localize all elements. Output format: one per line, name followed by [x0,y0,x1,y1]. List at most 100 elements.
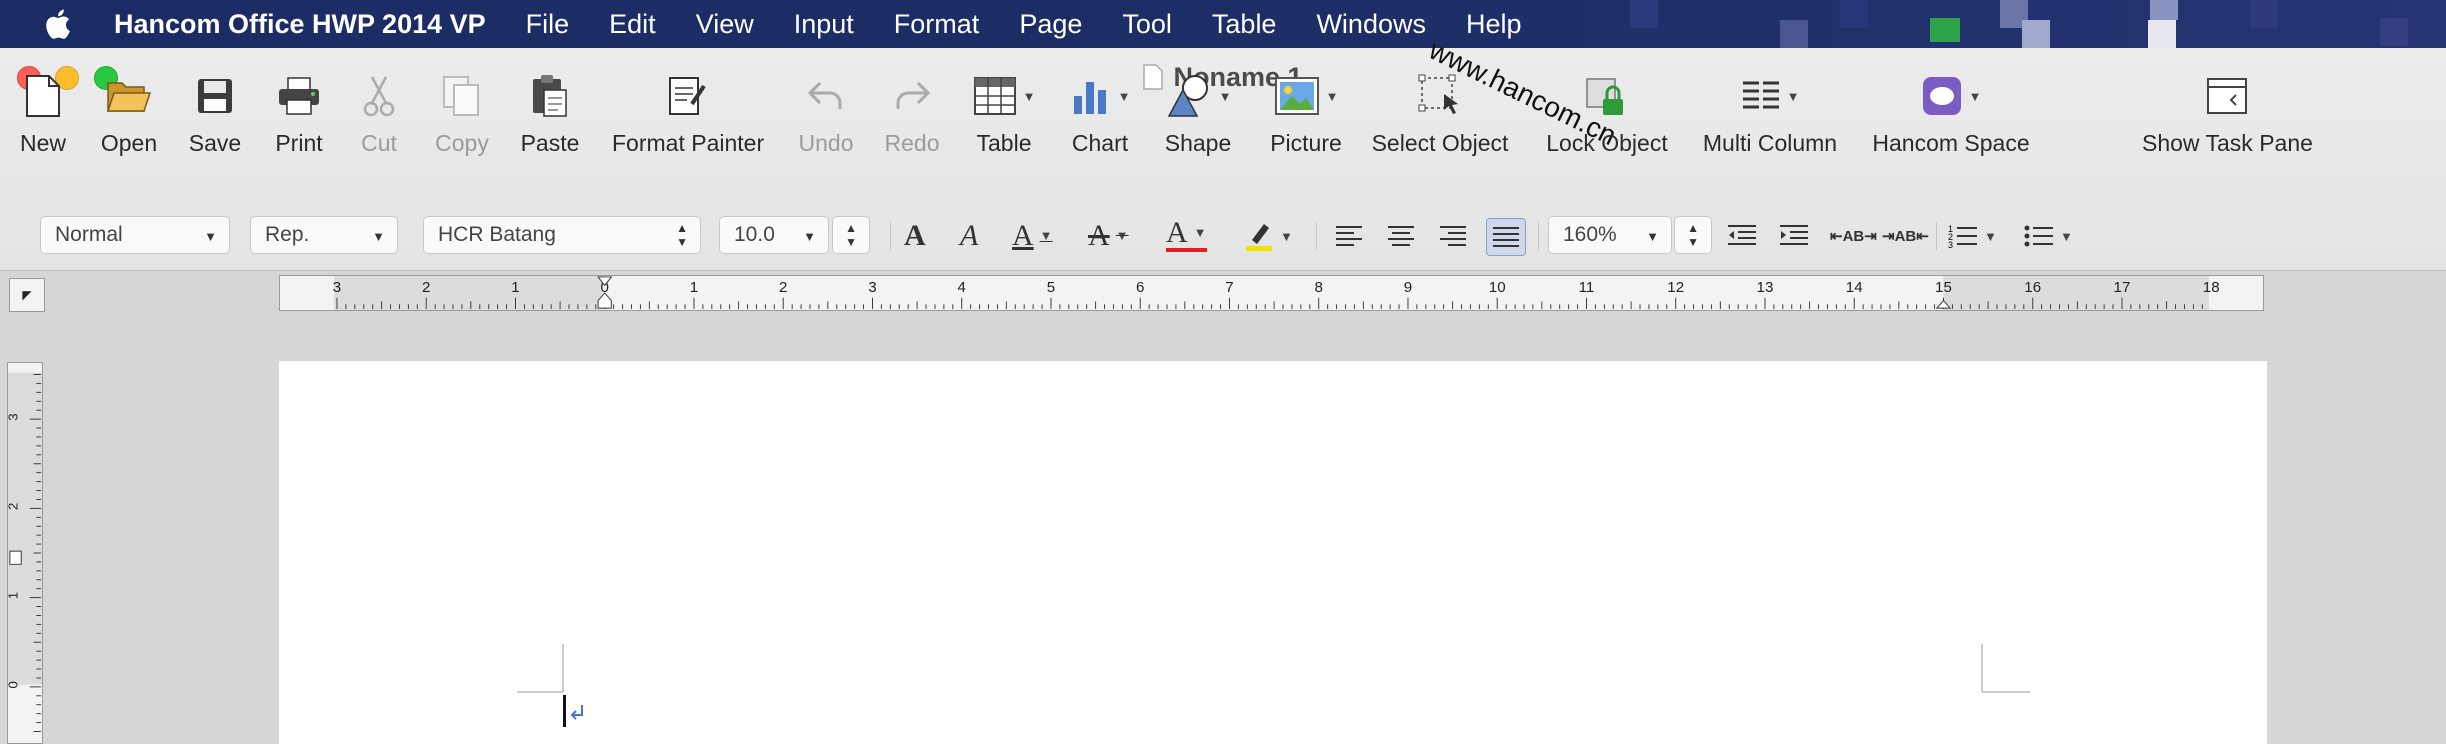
save-label: Save [188,130,242,156]
chevron-down-icon[interactable]: ▼ [1040,228,1053,244]
zoom-dropdown[interactable]: 160% ▼ [1548,216,1672,254]
menu-view[interactable]: View [696,9,754,40]
multi-column-icon [1742,81,1779,109]
lock-object-button[interactable]: Lock Object [1544,68,1670,158]
chevron-down-icon[interactable]: ▼ [1969,89,1982,104]
new-button[interactable]: New [16,68,70,158]
cut-button[interactable]: Cut [356,68,402,158]
menu-tool[interactable]: Tool [1122,9,1172,40]
open-button[interactable]: Open [98,68,160,158]
divider [1538,222,1539,250]
expand-letter-spacing-icon[interactable]: ⇤AB⇥ [1830,218,1877,254]
save-button[interactable]: Save [188,68,242,158]
ruler-label: 9 [1404,279,1412,296]
menu-format[interactable]: Format [894,9,980,40]
italic-icon[interactable]: A [960,218,978,254]
ruler-corner-button[interactable]: ◤ [9,278,45,312]
copy-button[interactable]: Copy [434,68,490,158]
condense-letter-spacing-icon[interactable]: ⇥AB⇤ [1882,218,1929,254]
table-button[interactable]: ▼ Table [970,68,1038,158]
chevron-down-icon[interactable]: ▼ [1118,89,1131,104]
multi-column-button[interactable]: ▼ Multi Column [1700,68,1840,158]
chevron-down-icon[interactable]: ▼ [1219,89,1232,104]
select-object-button[interactable]: Select Object [1370,68,1510,158]
menu-table[interactable]: Table [1212,9,1277,40]
bullet-list-button[interactable]: ▼ [2024,218,2073,254]
bar-chart-icon [1073,82,1106,114]
font-size-stepper[interactable]: ▲ ▼ [832,216,870,254]
align-left-button[interactable] [1334,218,1364,254]
chevron-down-icon[interactable]: ▼ [1787,89,1800,104]
menu-app-name[interactable]: Hancom Office HWP 2014 VP [114,9,486,40]
format-painter-icon [669,77,706,115]
strikethrough-icon[interactable]: A ▼ [1088,218,1129,254]
decrease-indent-button[interactable] [1726,218,1758,254]
shape-button[interactable]: ▼ Shape [1164,68,1232,158]
chevron-down-icon[interactable]: ▼ [1194,225,1207,241]
menu-file[interactable]: File [526,9,570,40]
numbered-list-button[interactable]: 1 2 3 ▼ [1948,218,1997,254]
format-painter-button[interactable]: Format Painter [612,68,764,158]
apple-icon[interactable] [40,5,78,43]
chart-button[interactable]: ▼ Chart [1068,68,1132,158]
document-page[interactable] [279,361,2267,744]
font-size-dropdown[interactable]: 10.0 ▼ [719,216,829,254]
increase-indent-button[interactable] [1778,218,1810,254]
font-dropdown[interactable]: HCR Batang ▲ ▼ [423,216,701,254]
chevron-down-icon[interactable]: ▼ [1116,228,1129,244]
align-right-button[interactable] [1438,218,1468,254]
text-cursor [563,695,566,727]
picture-button[interactable]: ▼ Picture [1268,68,1344,158]
chevron-down-icon[interactable]: ▼ [2060,229,2073,244]
menu-page[interactable]: Page [1019,9,1082,40]
document-icon [1143,64,1164,90]
representative-language-dropdown[interactable]: Rep. ▼ [250,216,398,254]
paragraph-mark-icon [570,705,583,720]
menu-edit[interactable]: Edit [609,9,656,40]
menu-windows[interactable]: Windows [1316,9,1426,40]
hancom-space-button[interactable]: ▼ Hancom Space [1872,68,2030,158]
horizontal-ruler[interactable]: 3 2 1 0 1 2 3 4 5 6 7 8 9 10 11 12 13 14 15 16 17 18 [279,275,2264,311]
text-color-icon[interactable]: A ▼ [1166,216,1207,252]
vertical-ruler[interactable]: 3 2 1 0 [7,362,43,744]
align-justify-icon [1493,227,1519,247]
format-painter-label: Format Painter [612,130,765,156]
ruler-label: 4 [958,279,966,296]
bold-icon[interactable]: A [904,218,926,254]
chevron-down-icon: ▼ [803,229,816,244]
zoom-stepper[interactable]: ▲ ▼ [1674,216,1712,254]
ruler-label: 5 [1047,279,1055,296]
highlight-color-icon[interactable]: ▼ [1244,218,1293,254]
print-button[interactable]: Print [272,68,326,158]
ruler-label: 3 [7,413,20,420]
paste-button[interactable]: Paste [520,68,580,158]
chevron-down-icon[interactable]: ▼ [1984,229,1997,244]
show-task-pane-label: Show Task Pane [2142,130,2313,156]
hancom-space-icon [1922,77,1961,115]
table-label: Table [976,130,1032,156]
redo-button[interactable]: Redo [884,68,940,158]
chevron-down-icon[interactable]: ▼ [1326,89,1339,104]
menu-help[interactable]: Help [1466,9,1522,40]
underline-icon[interactable]: A ▼ [1012,218,1053,254]
menu-input[interactable]: Input [794,9,854,40]
print-label: Print [275,130,323,156]
chevron-down-icon: ▼ [204,229,217,244]
show-task-pane-button[interactable]: Show Task Pane [2142,68,2313,158]
undo-button[interactable]: Undo [798,68,854,158]
chevron-down-icon[interactable]: ▼ [1280,229,1293,244]
ruler-label: 0 [7,681,20,688]
bullet-list-icon [2024,225,2053,247]
redo-icon [896,81,931,109]
shape-label: Shape [1164,130,1232,156]
align-center-button[interactable] [1386,218,1416,254]
up-down-icon: ▲ ▼ [1687,221,1699,249]
lock-object-icon [1586,78,1623,115]
style-dropdown[interactable]: Normal ▼ [40,216,230,254]
align-justify-button[interactable] [1486,218,1526,256]
page-margin-guides [517,644,2030,727]
ruler-label: 6 [1136,279,1144,296]
open-folder-icon [106,82,152,112]
chevron-down-icon[interactable]: ▼ [1023,89,1036,104]
ruler-label: 11 [1579,279,1595,296]
